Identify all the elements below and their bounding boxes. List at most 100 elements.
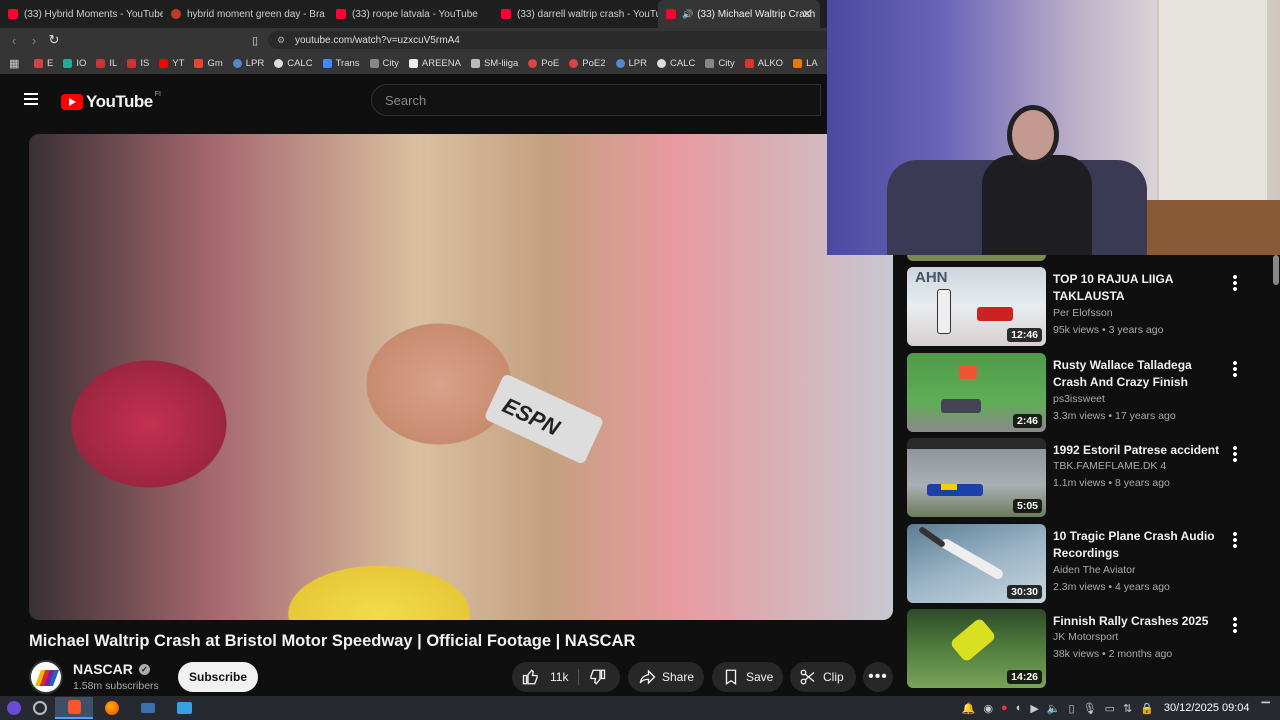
network-icon[interactable]: ⇅ [1123, 702, 1132, 715]
recommendation-item[interactable]: 14:26 Finnish Rally Crashes 2025 JK Moto… [907, 609, 1267, 689]
recommendation-title[interactable]: 1992 Estoril Patrese accident [1053, 442, 1223, 459]
bookmark-item[interactable]: CALC [656, 58, 695, 69]
bookmark-favicon-icon [322, 58, 332, 68]
like-count: 11k [550, 670, 569, 684]
close-tab-icon[interactable]: ✕ [802, 7, 812, 21]
url-field[interactable]: ⚙ youtube.com/watch?v=uzxcuV5rmA4 [268, 31, 827, 49]
microphone-icon[interactable]: 🎙 [1083, 702, 1097, 715]
lock-icon[interactable]: 🔒 [1140, 702, 1154, 715]
recommendation-item[interactable]: 2:46 Rusty Wallace Talladega Crash And C… [907, 353, 1267, 433]
bookmark-item[interactable]: LPR [615, 58, 647, 69]
recommendation-channel[interactable]: Per Elofsson [1053, 307, 1113, 319]
more-options-icon[interactable] [1233, 446, 1237, 462]
recommendation-channel[interactable]: Aiden The Aviator [1053, 564, 1136, 576]
bookmark-item[interactable]: Gm [194, 58, 223, 69]
recommendation-title[interactable]: Finnish Rally Crashes 2025 [1053, 613, 1223, 630]
firefox-taskbar-icon[interactable] [101, 697, 123, 719]
more-actions-button[interactable]: ••• [863, 662, 893, 692]
forward-icon[interactable]: › [24, 33, 44, 48]
recommendation-title[interactable]: TOP 10 RAJUA LIIGA TAKLAUSTA [1053, 271, 1223, 305]
brave-tray-icon[interactable]: ◉ [983, 702, 993, 715]
display-icon[interactable]: ▭ [1105, 702, 1115, 715]
speaker-icon[interactable]: 🔊 [682, 9, 693, 20]
more-options-icon[interactable] [1233, 275, 1237, 291]
bookmark-item[interactable]: ALKO [744, 58, 783, 69]
video-thumbnail[interactable]: 5:05 [907, 438, 1046, 517]
bookmark-item[interactable]: IL [96, 58, 117, 69]
notification-icon[interactable]: 🔔 [962, 702, 976, 715]
browser-tab[interactable]: (33) darrell waltrip crash - YouTu [493, 0, 658, 28]
browser-tab[interactable]: (33) roope latvala - YouTube [328, 0, 493, 28]
more-options-icon[interactable] [1233, 361, 1237, 377]
recommendation-title[interactable]: Rusty Wallace Talladega Crash And Crazy … [1053, 357, 1223, 391]
video-thumbnail[interactable]: 2:46 [907, 353, 1046, 432]
video-thumbnail[interactable]: 14:26 [907, 609, 1046, 688]
bookmark-item[interactable]: LPR [232, 58, 264, 69]
bookmark-item[interactable]: CALC [274, 58, 313, 69]
recommendation-channel[interactable]: TBK.FAMEFLAME.DK 4 [1053, 460, 1166, 472]
browser-tab[interactable]: hybrid moment green day - Bra [163, 0, 328, 28]
channel-name[interactable]: NASCAR ✓ [73, 661, 150, 677]
scrollbar-thumb[interactable] [1273, 255, 1279, 285]
site-info-icon[interactable]: ⚙ [277, 35, 285, 46]
share-button[interactable]: Share [628, 662, 704, 692]
apps-grid-icon[interactable]: ▦ [9, 57, 19, 70]
thumbnail-plane-shape [939, 537, 1005, 581]
bookmark-item[interactable]: PoE2 [569, 58, 606, 69]
bookmark-favicon-icon [274, 58, 284, 68]
steam-taskbar-icon[interactable] [137, 697, 159, 719]
record-tray-icon[interactable]: ● [1001, 702, 1008, 714]
video-thumbnail[interactable]: 30:30 [907, 524, 1046, 603]
save-button[interactable]: Save [712, 662, 783, 692]
clip-button[interactable]: Clip [790, 662, 856, 692]
youtube-logo[interactable]: YouTube FI [61, 91, 161, 112]
recommendation-item[interactable]: 30:30 10 Tragic Plane Crash Audio Record… [907, 524, 1267, 604]
reload-icon[interactable]: ↻ [44, 32, 64, 48]
bookmark-item[interactable]: Trans [322, 58, 360, 69]
system-settings-icon[interactable] [29, 697, 51, 719]
browser-tab-active[interactable]: 🔊 (33) Michael Waltrip Crash ✕ [658, 0, 820, 28]
duration-badge: 5:05 [1012, 499, 1042, 513]
bookmark-item[interactable]: PoE [528, 58, 559, 69]
hamburger-menu-icon[interactable] [24, 93, 38, 105]
scrollbar[interactable] [1272, 255, 1280, 695]
bookmark-item[interactable]: IS [127, 58, 149, 69]
more-options-icon[interactable] [1233, 532, 1237, 548]
recommendation-channel[interactable]: ps3issweet [1053, 393, 1105, 405]
bookmark-item[interactable]: E [34, 58, 53, 69]
brave-taskbar-icon[interactable] [55, 697, 93, 719]
channel-avatar[interactable] [29, 660, 63, 694]
file-manager-taskbar-icon[interactable] [173, 697, 195, 719]
recommendation-channel[interactable]: JK Motorsport [1053, 631, 1118, 643]
back-icon[interactable]: ‹ [4, 33, 24, 48]
logo-text: YouTube [86, 92, 153, 111]
bookmark-label: IS [140, 57, 150, 69]
video-thumbnail[interactable]: AHN 12:46 [907, 267, 1046, 346]
bookmark-item[interactable]: YT [159, 58, 184, 69]
more-options-icon[interactable] [1233, 617, 1237, 633]
search-input[interactable]: Search [371, 84, 821, 116]
bookmark-favicon-icon [528, 58, 538, 68]
bookmark-item[interactable]: City [369, 58, 399, 69]
bookmark-item[interactable]: City [705, 58, 735, 69]
bookmark-item[interactable]: LA [793, 58, 818, 69]
bookmark-item[interactable]: AREENA [408, 58, 461, 69]
browser-tab[interactable]: (33) Hybrid Moments - YouTube [0, 0, 163, 28]
volume-icon[interactable]: 🔈 [1047, 702, 1061, 715]
recommendation-item[interactable]: 5:05 1992 Estoril Patrese accident TBK.F… [907, 438, 1267, 518]
subscribe-button[interactable]: Subscribe [178, 662, 258, 692]
show-desktop-icon[interactable]: ▔ [1262, 702, 1270, 715]
dislike-button[interactable] [588, 668, 612, 689]
bookmark-icon[interactable]: ▯ [245, 34, 265, 47]
like-button[interactable]: 11k [512, 662, 620, 692]
clipboard-icon[interactable]: ▯ [1069, 702, 1075, 715]
media-play-icon[interactable]: ▶ [1030, 702, 1038, 715]
steam-tray-icon[interactable]: ◐ [1016, 702, 1023, 714]
clock[interactable]: 30/12/2025 09:04 [1164, 702, 1250, 714]
bookmark-item[interactable]: IO [63, 58, 86, 69]
recommendation-title[interactable]: 10 Tragic Plane Crash Audio Recordings [1053, 528, 1223, 562]
video-player[interactable]: ESPN [29, 134, 893, 620]
start-menu-icon[interactable] [3, 697, 25, 719]
bookmark-item[interactable]: SM-liiga [470, 58, 518, 69]
recommendation-item[interactable]: AHN 12:46 TOP 10 RAJUA LIIGA TAKLAUSTA P… [907, 267, 1267, 347]
